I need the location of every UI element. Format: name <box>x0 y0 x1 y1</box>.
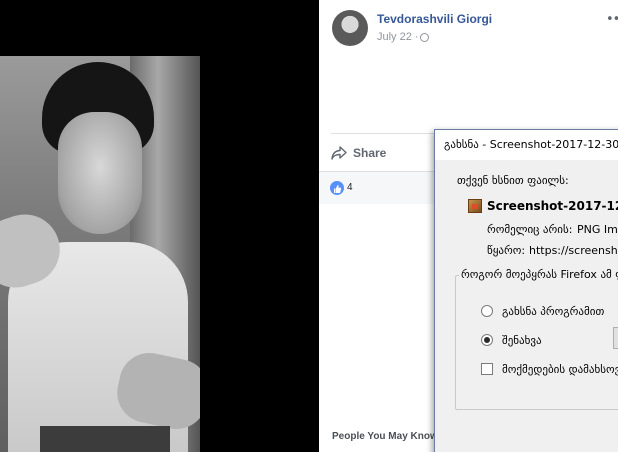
png-file-icon <box>468 199 482 213</box>
remember-choice-checkbox[interactable] <box>481 363 493 375</box>
avatar[interactable] <box>332 10 368 46</box>
more-options-icon[interactable]: ••• <box>606 12 618 27</box>
remember-choice-label[interactable]: მოქმედების დამახსოვ <box>502 363 618 376</box>
people-you-may-know-heading: People You May Know <box>332 431 438 442</box>
photo-face <box>58 112 142 234</box>
file-type-value: PNG Im <box>577 223 618 236</box>
globe-icon <box>420 33 429 42</box>
file-type-label: რომელიც არის: <box>487 223 573 236</box>
share-button[interactable]: Share <box>331 142 386 164</box>
dialog-body: თქვენ ხსნით ფაილს: Screenshot-2017-12-30… <box>435 160 618 452</box>
save-file-label[interactable]: შენახვა <box>502 334 542 347</box>
author-name[interactable]: Tevdorashvili Giorgi <box>377 12 492 26</box>
dialog-prompt: თქვენ ხსნით ფაილს: <box>457 174 569 187</box>
photo-pants <box>40 426 170 452</box>
action-question: როგორ მოეპყრას Firefox ამ ფ <box>459 268 618 281</box>
application-select[interactable] <box>613 327 618 349</box>
open-with-label[interactable]: გახსნა პროგრამით <box>502 305 604 318</box>
file-name: Screenshot-2017-12-30 <box>487 199 618 213</box>
save-file-radio[interactable] <box>481 334 493 346</box>
photo[interactable] <box>0 56 200 452</box>
photo-viewer[interactable] <box>0 0 319 452</box>
file-source-label: წყარო: <box>487 244 526 257</box>
share-icon <box>331 146 347 160</box>
open-file-dialog[interactable]: გახსნა - Screenshot-2017-12-30 თქვენ ხსნ… <box>434 129 618 452</box>
like-icon <box>330 181 344 195</box>
open-with-radio[interactable] <box>481 305 493 317</box>
file-source-value: https://screensho <box>529 244 618 257</box>
share-label: Share <box>353 146 387 160</box>
like-count[interactable]: 4 <box>347 182 353 193</box>
dialog-title[interactable]: გახსნა - Screenshot-2017-12-30 <box>435 130 618 160</box>
post-date[interactable]: July 22 · <box>377 31 419 43</box>
